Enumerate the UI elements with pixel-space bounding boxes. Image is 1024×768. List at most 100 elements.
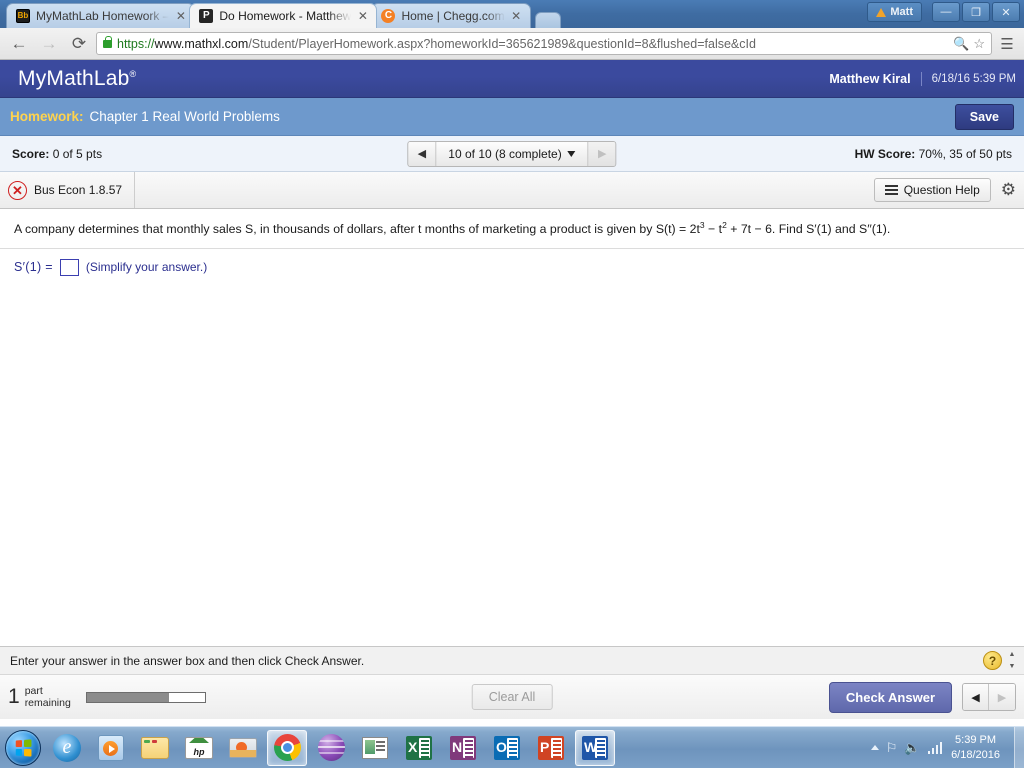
- pearson-icon: P: [199, 9, 214, 23]
- taskbar-excel[interactable]: X: [399, 730, 439, 766]
- scroll-down-icon[interactable]: ▼: [1009, 663, 1016, 670]
- check-answer-button[interactable]: Check Answer: [828, 681, 952, 713]
- browser-toolbar: ← → ⟳ https://www.mathxl.com/Student/Pla…: [0, 28, 1024, 60]
- question-help-label: Question Help: [903, 183, 980, 197]
- url-host: www.mathxl.com: [154, 36, 249, 51]
- taskbar-window-app[interactable]: [355, 730, 395, 766]
- taskbar-clock[interactable]: 5:39 PM 6/18/2016: [949, 733, 1000, 763]
- tab-mymathlab-homework[interactable]: Bb MyMathLab Homework – ✕: [6, 3, 196, 28]
- answer-row: S′(1) = (Simplify your answer.): [0, 249, 1024, 286]
- address-bar[interactable]: https://www.mathxl.com/Student/PlayerHom…: [96, 32, 992, 55]
- browser-title-bar: Bb MyMathLab Homework – ✕ P Do Homework …: [0, 0, 1024, 28]
- url-text: https://www.mathxl.com/Student/PlayerHom…: [117, 37, 951, 51]
- browser-profile-button[interactable]: Matt: [867, 2, 922, 22]
- tab-do-homework[interactable]: P Do Homework - Matthew ✕: [189, 3, 378, 28]
- minimize-button[interactable]: —: [932, 2, 960, 22]
- taskbar-outlook[interactable]: O: [487, 730, 527, 766]
- homework-title: Chapter 1 Real World Problems: [89, 109, 280, 124]
- scroll-up-icon[interactable]: ▲: [1009, 651, 1016, 658]
- question-toolbar: ✕ Bus Econ 1.8.57 Question Help ⚙: [0, 172, 1024, 209]
- reload-button[interactable]: ⟳: [66, 31, 92, 57]
- tab-chegg-home[interactable]: C Home | Chegg.com ✕: [371, 3, 531, 28]
- back-button[interactable]: ←: [6, 31, 32, 57]
- taskbar-internet-explorer[interactable]: [47, 730, 87, 766]
- hw-score-label: HW Score:: [854, 146, 916, 161]
- mymathlab-logo: MyMathLab®: [18, 67, 136, 91]
- magnifier-icon[interactable]: 🔍: [951, 36, 971, 52]
- right-actions-group: Check Answer ◀ ▶: [828, 681, 1016, 713]
- windows-taskbar: X N O P W: [0, 726, 1024, 768]
- flag-icon[interactable]: ⚐: [886, 740, 898, 756]
- speaker-icon[interactable]: 🔈: [904, 740, 920, 756]
- footer-next-button[interactable]: ▶: [989, 684, 1015, 710]
- blackboard-icon: Bb: [16, 9, 30, 23]
- score-label: Score:: [12, 146, 50, 161]
- taskbar-media-player[interactable]: [91, 730, 131, 766]
- browser-window: Bb MyMathLab Homework – ✕ P Do Homework …: [0, 0, 1024, 726]
- footer-nav-pair: ◀ ▶: [962, 683, 1016, 711]
- question-mark-help-icon[interactable]: ?: [983, 651, 1002, 670]
- taskbar-hp-support[interactable]: [179, 730, 219, 766]
- maximize-button[interactable]: ❐: [962, 2, 990, 22]
- taskbar-google-chrome[interactable]: [267, 729, 307, 766]
- question-position-text: 10 of 10 (8 complete): [448, 146, 562, 161]
- logo-text: MyMathLab: [18, 66, 130, 90]
- tab-title: Do Homework - Matthew: [219, 9, 352, 23]
- save-button[interactable]: Save: [954, 103, 1014, 130]
- close-icon[interactable]: ✕: [173, 9, 188, 24]
- answer-input[interactable]: [59, 258, 79, 276]
- question-selector[interactable]: 10 of 10 (8 complete): [436, 142, 587, 166]
- close-icon[interactable]: ✕: [509, 9, 524, 24]
- question-identifier: ✕ Bus Econ 1.8.57: [0, 172, 136, 208]
- score-value: 0 of 5 pts: [52, 146, 103, 161]
- hamburger-menu-icon[interactable]: ☰: [996, 35, 1018, 53]
- taskbar-powerpoint[interactable]: P: [531, 730, 571, 766]
- forward-button[interactable]: →: [36, 31, 62, 57]
- homework-bar: Homework: Chapter 1 Real World Problems …: [0, 98, 1024, 136]
- word-pane: [595, 737, 606, 758]
- question-id-label: Bus Econ 1.8.57: [34, 183, 123, 197]
- show-desktop-button[interactable]: [1014, 726, 1024, 768]
- window-app-icon: [362, 736, 388, 759]
- signal-bars-icon[interactable]: [927, 741, 943, 754]
- tab-strip: Bb MyMathLab Homework – ✕ P Do Homework …: [6, 0, 561, 28]
- microsoft-excel-icon: X: [406, 735, 432, 760]
- parts-label: part remaining: [25, 685, 71, 709]
- taskbar-onenote[interactable]: N: [443, 730, 483, 766]
- instruction-scrollbar[interactable]: ▲ ▼: [1006, 651, 1018, 670]
- clock-date: 6/18/2016: [951, 748, 1000, 761]
- progress-bar: [85, 691, 206, 703]
- footer-previous-button[interactable]: ◀: [963, 684, 989, 710]
- profile-name: Matt: [890, 6, 913, 18]
- taskbar-file-explorer[interactable]: [135, 730, 175, 766]
- new-tab-button[interactable]: [534, 12, 561, 28]
- mymathlab-header: MyMathLab® Matthew Kiral 6/18/16 5:39 PM: [0, 60, 1024, 98]
- windows-media-player-icon: [98, 734, 124, 761]
- taskbar-photo-viewer[interactable]: [223, 730, 263, 766]
- window-controls-group: Matt — ❐ ✕: [867, 2, 1020, 22]
- taskbar-purple-globe-app[interactable]: [311, 730, 351, 766]
- instruction-text: Enter your answer in the answer box and …: [10, 653, 365, 668]
- gear-icon[interactable]: ⚙: [1001, 180, 1016, 200]
- close-icon[interactable]: ✕: [355, 9, 370, 24]
- warning-triangle-icon: [876, 7, 887, 17]
- question-help-button[interactable]: Question Help: [873, 178, 991, 202]
- score-bar: Score: 0 of 5 pts ◀ 10 of 10 (8 complete…: [0, 136, 1024, 172]
- next-question-button[interactable]: ▶: [587, 141, 616, 166]
- taskbar-word[interactable]: W: [575, 729, 615, 766]
- header-datetime: 6/18/16 5:39 PM: [931, 72, 1016, 85]
- close-window-button[interactable]: ✕: [992, 2, 1020, 22]
- windows-logo: [15, 738, 32, 757]
- tray-arrow-icon[interactable]: [870, 745, 879, 750]
- taskbar-items: X N O P W: [47, 729, 615, 766]
- parts-remaining: 1 part remaining: [8, 685, 206, 709]
- previous-question-button[interactable]: ◀: [408, 141, 437, 166]
- question-pager: ◀ 10 of 10 (8 complete) ▶: [407, 140, 617, 167]
- google-chrome-icon: [273, 734, 301, 761]
- star-icon[interactable]: ☆: [971, 36, 987, 52]
- windows-start-orb-icon[interactable]: [5, 729, 41, 766]
- system-tray: ⚐ 🔈 5:39 PM 6/18/2016: [870, 733, 1008, 763]
- clear-all-button[interactable]: Clear All: [471, 684, 553, 710]
- file-explorer-icon: [141, 736, 169, 759]
- onenote-pane: [463, 737, 474, 758]
